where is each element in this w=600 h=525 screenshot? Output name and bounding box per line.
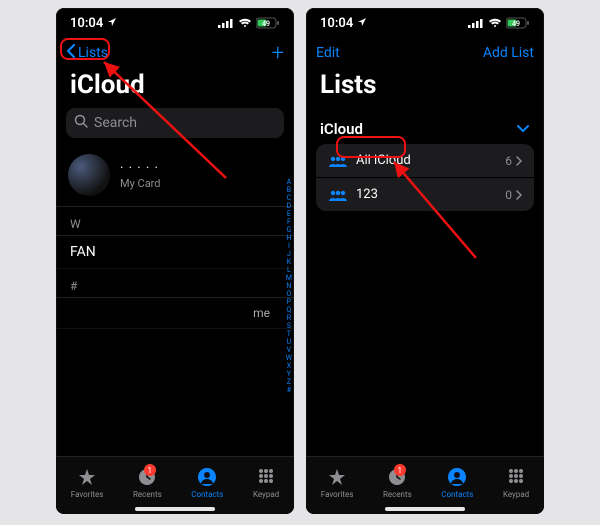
tab-recents[interactable]: Recents 1 [383, 466, 412, 499]
tab-keypad[interactable]: Keypad [253, 466, 279, 499]
tab-label: Recents [133, 490, 162, 499]
tab-label: Contacts [441, 490, 473, 499]
index-letter[interactable]: S [286, 322, 292, 330]
person-icon [196, 466, 218, 488]
tab-label: Favorites [321, 490, 354, 499]
keypad-icon [505, 466, 527, 488]
keypad-icon [255, 466, 277, 488]
tab-contacts[interactable]: Contacts [191, 466, 223, 499]
star-icon [76, 466, 98, 488]
home-indicator [385, 507, 465, 511]
tab-bar: Favorites Recents 1 Contacts Keypad [56, 456, 294, 514]
tab-label: Recents [383, 490, 412, 499]
annotation-arrow [306, 8, 544, 308]
index-letter[interactable]: W [286, 354, 292, 362]
person-icon [446, 466, 468, 488]
index-letter[interactable]: V [286, 346, 292, 354]
index-letter[interactable]: R [286, 314, 292, 322]
tab-label: Contacts [191, 490, 223, 499]
badge: 1 [144, 464, 156, 476]
home-indicator [135, 507, 215, 511]
tab-recents[interactable]: Recents 1 [133, 466, 162, 499]
phone-left: 10:04 49 [56, 8, 294, 514]
tab-label: Keypad [503, 490, 529, 499]
phone-right: 10:04 49 Edit Ad [306, 8, 544, 514]
tab-bar: Favorites Recents 1 Contacts Keypad [306, 456, 544, 514]
tab-keypad[interactable]: Keypad [503, 466, 529, 499]
tab-label: Keypad [253, 490, 279, 499]
index-letter[interactable]: X [286, 362, 292, 370]
badge: 1 [394, 464, 406, 476]
tab-favorites[interactable]: Favorites [71, 466, 104, 499]
index-letter[interactable]: U [286, 338, 292, 346]
index-letter[interactable]: T [286, 330, 292, 338]
annotation-arrow [56, 8, 294, 308]
tab-favorites[interactable]: Favorites [321, 466, 354, 499]
tab-label: Favorites [71, 490, 104, 499]
tab-contacts[interactable]: Contacts [441, 466, 473, 499]
star-icon [326, 466, 348, 488]
index-letter[interactable]: Z [286, 378, 292, 386]
index-letter[interactable]: Y [286, 370, 292, 378]
index-letter[interactable]: # [286, 386, 292, 394]
